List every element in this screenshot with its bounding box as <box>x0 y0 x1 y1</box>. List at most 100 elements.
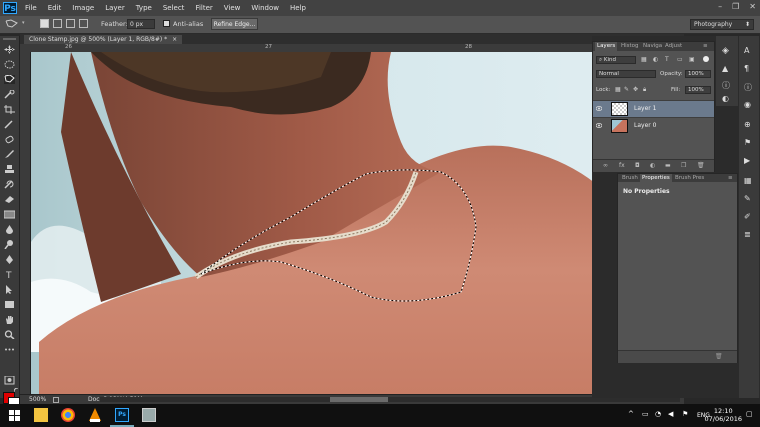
battery-icon[interactable]: ▭ <box>642 410 649 418</box>
photoshop-taskbar-icon[interactable]: Ps <box>115 408 129 422</box>
adjustment-filter-icon[interactable]: ◐ <box>653 56 658 63</box>
actions-icon[interactable]: ▶ <box>744 156 754 166</box>
panel-menu-icon[interactable]: ≡ <box>701 42 710 51</box>
tab-brush-presets[interactable]: Brush Pres <box>673 174 706 182</box>
clock[interactable]: 12:10 07/06/2016 <box>705 407 742 423</box>
healing-brush-icon[interactable] <box>4 135 15 144</box>
tab-properties[interactable]: Properties <box>640 174 672 182</box>
tab-histogram[interactable]: Histog <box>619 42 641 51</box>
menu-layer[interactable]: Layer <box>105 4 125 12</box>
restore-button[interactable]: ❐ <box>732 2 739 11</box>
new-group-icon[interactable]: ▬ <box>665 163 672 169</box>
fill-input[interactable]: 100% <box>685 86 711 94</box>
file-explorer-icon[interactable] <box>34 408 48 422</box>
refine-edge-button[interactable]: Refine Edge... <box>211 18 258 30</box>
toolbar-grip[interactable] <box>3 38 16 40</box>
status-info-icon[interactable] <box>53 397 59 403</box>
layer-row-layer-0[interactable]: Layer 0 <box>593 117 714 134</box>
more-tools-icon[interactable] <box>4 345 15 354</box>
menu-edit[interactable]: Edit <box>48 4 62 12</box>
brush-tool-icon[interactable] <box>4 150 15 159</box>
clone-source-icon[interactable]: ⊕ <box>744 120 754 130</box>
character-icon[interactable]: A <box>744 46 754 56</box>
adjustment-layer-icon[interactable]: ◐ <box>650 163 657 169</box>
network-icon[interactable]: ◔ <box>655 410 661 418</box>
levels-icon[interactable]: ▲ <box>722 64 732 74</box>
eyedropper-icon[interactable] <box>4 120 15 129</box>
add-selection-icon[interactable] <box>53 19 62 28</box>
menu-filter[interactable]: Filter <box>195 4 212 12</box>
menu-image[interactable]: Image <box>72 4 94 12</box>
vertical-ruler[interactable] <box>20 52 31 394</box>
info-icon[interactable]: ⓘ <box>722 80 732 90</box>
menu-help[interactable]: Help <box>290 4 306 12</box>
workspace-select[interactable]: Photography ⬍ <box>690 19 754 30</box>
history-brush-icon[interactable] <box>4 180 15 189</box>
delete-icon[interactable]: 🗑︎ <box>715 353 723 360</box>
smart-filter-icon[interactable]: ▣ <box>689 56 695 63</box>
zoom-tool-icon[interactable] <box>4 330 15 339</box>
menu-window[interactable]: Window <box>251 4 279 12</box>
layer-row-layer-1[interactable]: Layer 1 <box>593 100 714 117</box>
minimize-button[interactable]: – <box>718 2 722 11</box>
pen-tool-icon[interactable] <box>4 255 15 264</box>
layers-panel-icon[interactable]: ◈ <box>722 46 732 56</box>
paragraph-icon[interactable]: ¶ <box>744 64 754 74</box>
tab-layers[interactable]: Layers <box>595 42 618 51</box>
crop-tool-icon[interactable] <box>4 105 15 114</box>
tab-adjustments[interactable]: Adjust <box>663 42 684 51</box>
polygonal-lasso-icon[interactable] <box>5 19 19 29</box>
windows-start-icon[interactable] <box>9 410 20 421</box>
document-app-icon[interactable] <box>142 408 156 422</box>
layer-mask-icon[interactable]: ◘ <box>635 163 642 169</box>
brush-panel-icon[interactable]: ✎ <box>744 194 754 204</box>
hand-tool-icon[interactable] <box>4 315 15 324</box>
blend-mode-select[interactable]: Normal <box>596 70 656 78</box>
chevron-up-icon[interactable]: ^ <box>628 410 634 418</box>
scrollbar-thumb[interactable] <box>330 397 388 402</box>
marquee-tool-icon[interactable] <box>4 60 15 69</box>
lock-position-icon[interactable]: ✥ <box>633 86 638 93</box>
vlc-icon[interactable] <box>88 408 102 422</box>
opacity-input[interactable]: 100% <box>685 70 711 78</box>
dodge-tool-icon[interactable] <box>4 240 15 249</box>
quick-mask-icon[interactable] <box>4 376 15 385</box>
image-canvas[interactable] <box>31 52 684 394</box>
feather-input[interactable] <box>127 19 155 29</box>
canvas-image[interactable] <box>31 52 684 394</box>
gradient-tool-icon[interactable] <box>4 210 15 219</box>
subtract-selection-icon[interactable] <box>66 19 75 28</box>
paths-icon[interactable]: ✐ <box>744 212 754 222</box>
swatches-icon[interactable]: ▦ <box>744 176 754 186</box>
flag-icon[interactable]: ⚑ <box>682 410 688 418</box>
menu-select[interactable]: Select <box>163 4 185 12</box>
path-selection-icon[interactable] <box>4 285 15 294</box>
panel-menu-icon[interactable]: ≡ <box>726 174 735 182</box>
glyphs-icon[interactable]: ⓘ <box>744 82 754 92</box>
clone-stamp-icon[interactable] <box>4 165 15 174</box>
lasso-tool-icon[interactable] <box>4 75 15 84</box>
menu-type[interactable]: Type <box>136 4 152 12</box>
tab-brush[interactable]: Brush <box>620 174 640 182</box>
filter-toggle-icon[interactable] <box>703 56 709 62</box>
rectangle-tool-icon[interactable] <box>4 300 15 309</box>
close-tab-icon[interactable]: × <box>172 36 177 43</box>
volume-icon[interactable]: ◀ <box>668 410 673 418</box>
tool-preset-chevron-icon[interactable]: ▾ <box>22 20 25 26</box>
chrome-icon[interactable] <box>61 408 75 422</box>
type-tool-icon[interactable]: T <box>4 270 15 279</box>
quick-selection-icon[interactable] <box>4 90 15 99</box>
move-tool-icon[interactable] <box>4 45 15 54</box>
close-button[interactable]: ✕ <box>749 2 756 11</box>
adjustments-icon[interactable]: ◐ <box>722 94 732 104</box>
lock-all-icon[interactable]: 🔒︎ <box>643 86 646 94</box>
intersect-selection-icon[interactable] <box>79 19 88 28</box>
shape-filter-icon[interactable]: ▭ <box>677 56 683 63</box>
notification-icon[interactable]: ▢ <box>746 410 753 418</box>
history-icon[interactable]: ≣ <box>744 230 754 240</box>
kind-filter-select[interactable]: ⌕ Kind <box>596 56 636 64</box>
type-filter-icon[interactable]: T <box>665 56 669 63</box>
visibility-eye-icon[interactable] <box>596 106 602 111</box>
layer-style-icon[interactable]: fx <box>619 163 626 169</box>
new-layer-icon[interactable]: ❐ <box>681 163 688 169</box>
